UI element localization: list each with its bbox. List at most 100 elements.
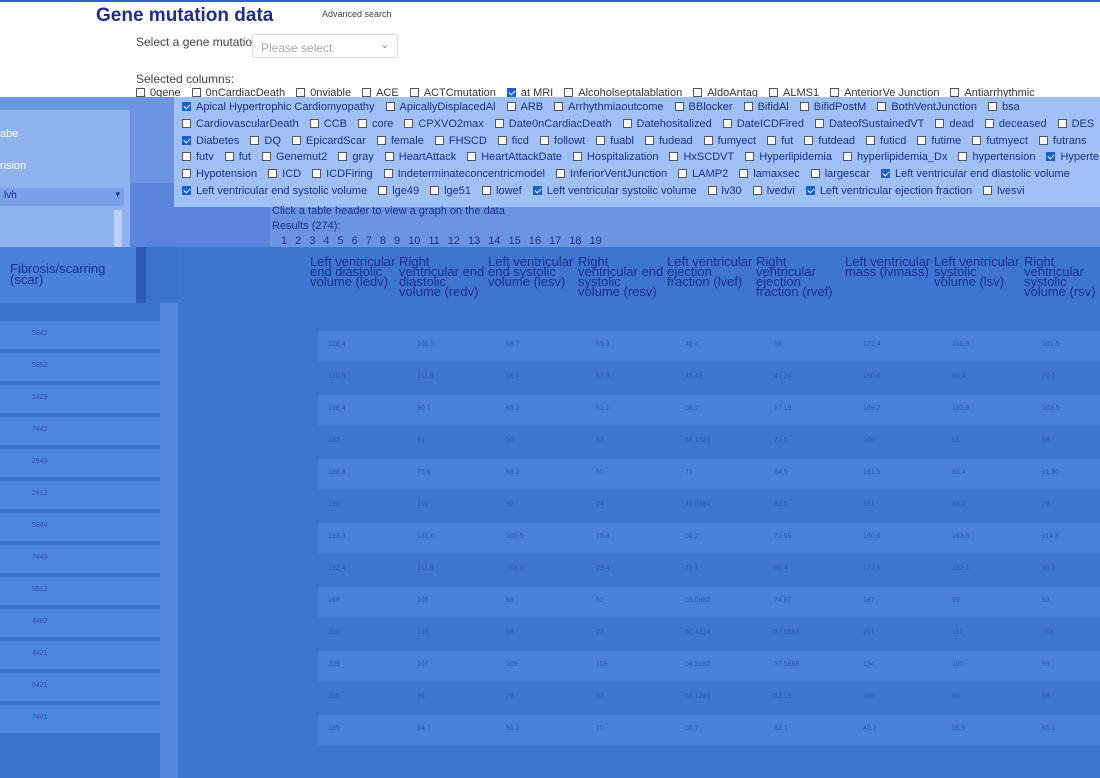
checkbox-unchecked-icon[interactable] [877, 102, 887, 111]
column-checkbox-item[interactable]: BothVentJunction [877, 101, 977, 113]
column-checkbox-item[interactable]: lge49 [378, 185, 419, 197]
checkbox-unchecked-icon[interactable] [309, 119, 319, 128]
checkbox-unchecked-icon[interactable] [987, 102, 997, 111]
column-checkbox-item[interactable]: Hyperte [1046, 151, 1099, 163]
table-header-scar[interactable]: Fibrosis/scarring (scar) [0, 247, 136, 303]
page-link[interactable]: 14 [488, 235, 500, 247]
table-header[interactable]: Right ventricular end systolic volume (r… [578, 255, 666, 298]
filter-column-select[interactable]: lvh ▾ [0, 188, 124, 206]
column-checkbox-item[interactable]: lvedvi [752, 185, 795, 197]
checkbox-unchecked-icon[interactable] [693, 88, 703, 97]
checkbox-unchecked-icon[interactable] [810, 169, 820, 178]
column-checkbox-item[interactable]: futmyect [972, 135, 1028, 147]
page-link[interactable]: 15 [509, 235, 521, 247]
column-checkbox-item[interactable]: EpicardScar [291, 135, 366, 147]
checkbox-unchecked-icon[interactable] [958, 152, 968, 161]
column-checkbox-item[interactable]: DES [1057, 118, 1094, 130]
checkbox-checked-icon[interactable] [182, 136, 191, 145]
column-checkbox-item[interactable]: DateICDFired [722, 118, 804, 130]
column-checkbox-item[interactable]: LAMP2 [678, 168, 728, 180]
checkbox-unchecked-icon[interactable] [136, 88, 145, 97]
page-link[interactable]: 17 [549, 235, 561, 247]
column-checkbox-item[interactable]: Arrhythmiaoutcome [554, 101, 664, 113]
page-link[interactable]: 2 [295, 235, 301, 247]
checkbox-unchecked-icon[interactable] [739, 169, 749, 178]
checkbox-unchecked-icon[interactable] [376, 136, 386, 145]
column-checkbox-item[interactable]: fut [224, 151, 251, 163]
checkbox-unchecked-icon[interactable] [506, 102, 516, 111]
column-checkbox-item[interactable]: fumyect [703, 135, 756, 147]
column-checkbox-item[interactable]: lowef [482, 185, 522, 197]
checkbox-unchecked-icon[interactable] [430, 186, 440, 195]
checkbox-unchecked-icon[interactable] [950, 88, 960, 97]
checkbox-unchecked-icon[interactable] [814, 119, 824, 128]
column-checkbox-item[interactable]: ApicallyDisplacedAl [385, 101, 496, 113]
column-checkbox-item[interactable]: Diabetes [182, 135, 239, 147]
checkbox-checked-icon[interactable] [1046, 152, 1056, 161]
column-checkbox-item[interactable]: CCB [309, 118, 347, 130]
checkbox-unchecked-icon[interactable] [224, 152, 234, 161]
column-checkbox-item[interactable]: BifidPostM [799, 101, 866, 113]
column-checkbox-item[interactable]: DateofSustainedVT [814, 118, 924, 130]
checkbox-unchecked-icon[interactable] [745, 152, 755, 161]
column-checkbox-item[interactable]: ficd [497, 135, 529, 147]
table-header[interactable]: Right ventricular systolic volume (rsv) [1024, 255, 1100, 298]
column-checkbox-item[interactable]: fuabl [596, 135, 634, 147]
checkbox-unchecked-icon[interactable] [722, 119, 732, 128]
column-checkbox-item[interactable]: deceased [984, 118, 1047, 130]
checkbox-unchecked-icon[interactable] [250, 136, 260, 145]
table-header[interactable]: Left ventricular end systolic volume (le… [488, 255, 576, 288]
checkbox-unchecked-icon[interactable] [312, 169, 322, 178]
checkbox-unchecked-icon[interactable] [362, 88, 372, 97]
column-checkbox-item[interactable]: ARB [506, 101, 543, 113]
column-checkbox-item[interactable]: core [357, 118, 393, 130]
column-checkbox-item[interactable]: female [376, 135, 424, 147]
column-checkbox-item[interactable]: Hyperlipidemia [745, 151, 832, 163]
column-checkbox-item[interactable]: futrans [1038, 135, 1087, 147]
checkbox-unchecked-icon[interactable] [596, 136, 606, 145]
checkbox-unchecked-icon[interactable] [191, 88, 201, 97]
checkbox-unchecked-icon[interactable] [644, 136, 654, 145]
checkbox-unchecked-icon[interactable] [539, 136, 549, 145]
checkbox-checked-icon[interactable] [506, 88, 516, 97]
page-link[interactable]: 11 [428, 235, 439, 247]
checkbox-checked-icon[interactable] [182, 102, 191, 111]
page-link[interactable]: 5 [338, 235, 344, 247]
checkbox-unchecked-icon[interactable] [842, 152, 852, 161]
advanced-search-link[interactable]: Advanced search [322, 9, 392, 19]
page-link[interactable]: 12 [448, 235, 460, 247]
checkbox-checked-icon[interactable] [805, 186, 815, 195]
column-checkbox-item[interactable]: Datehositalized [622, 118, 712, 130]
column-checkbox-item[interactable]: HeartAttackDate [467, 151, 562, 163]
checkbox-unchecked-icon[interactable] [404, 119, 414, 128]
checkbox-unchecked-icon[interactable] [804, 136, 814, 145]
checkbox-unchecked-icon[interactable] [983, 186, 993, 195]
page-link[interactable]: 9 [394, 235, 400, 247]
checkbox-unchecked-icon[interactable] [296, 88, 306, 97]
column-checkbox-item[interactable]: fudead [644, 135, 693, 147]
column-checkbox-item[interactable]: Left ventricular end systolic volume [182, 185, 367, 197]
checkbox-unchecked-icon[interactable] [338, 152, 348, 161]
checkbox-unchecked-icon[interactable] [564, 88, 574, 97]
checkbox-unchecked-icon[interactable] [409, 88, 419, 97]
checkbox-unchecked-icon[interactable] [384, 152, 394, 161]
checkbox-unchecked-icon[interactable] [799, 102, 809, 111]
column-checkbox-item[interactable]: DQ [250, 135, 281, 147]
page-link[interactable]: 16 [529, 235, 541, 247]
column-checkbox-item[interactable]: lge51 [430, 185, 471, 197]
checkbox-unchecked-icon[interactable] [752, 186, 762, 195]
page-link[interactable]: 1 [281, 235, 287, 247]
column-checkbox-item[interactable]: Hospitalization [572, 151, 658, 163]
column-checkbox-item[interactable]: FHSCD [434, 135, 487, 147]
checkbox-unchecked-icon[interactable] [1057, 119, 1067, 128]
column-checkbox-item[interactable]: Hypotension [182, 168, 257, 180]
page-link[interactable]: 3 [309, 235, 315, 247]
column-checkbox-item[interactable]: Left ventricular end diastolic volume [880, 168, 1070, 180]
column-checkbox-item[interactable]: HeartAttack [384, 151, 456, 163]
page-link[interactable]: 8 [380, 235, 386, 247]
checkbox-checked-icon[interactable] [532, 186, 542, 195]
table-header[interactable]: Right ventricular ejection fraction (rve… [756, 255, 844, 298]
column-checkbox-item[interactable]: followt [539, 135, 585, 147]
page-link[interactable]: 7 [366, 235, 372, 247]
column-checkbox-item[interactable]: futime [917, 135, 961, 147]
